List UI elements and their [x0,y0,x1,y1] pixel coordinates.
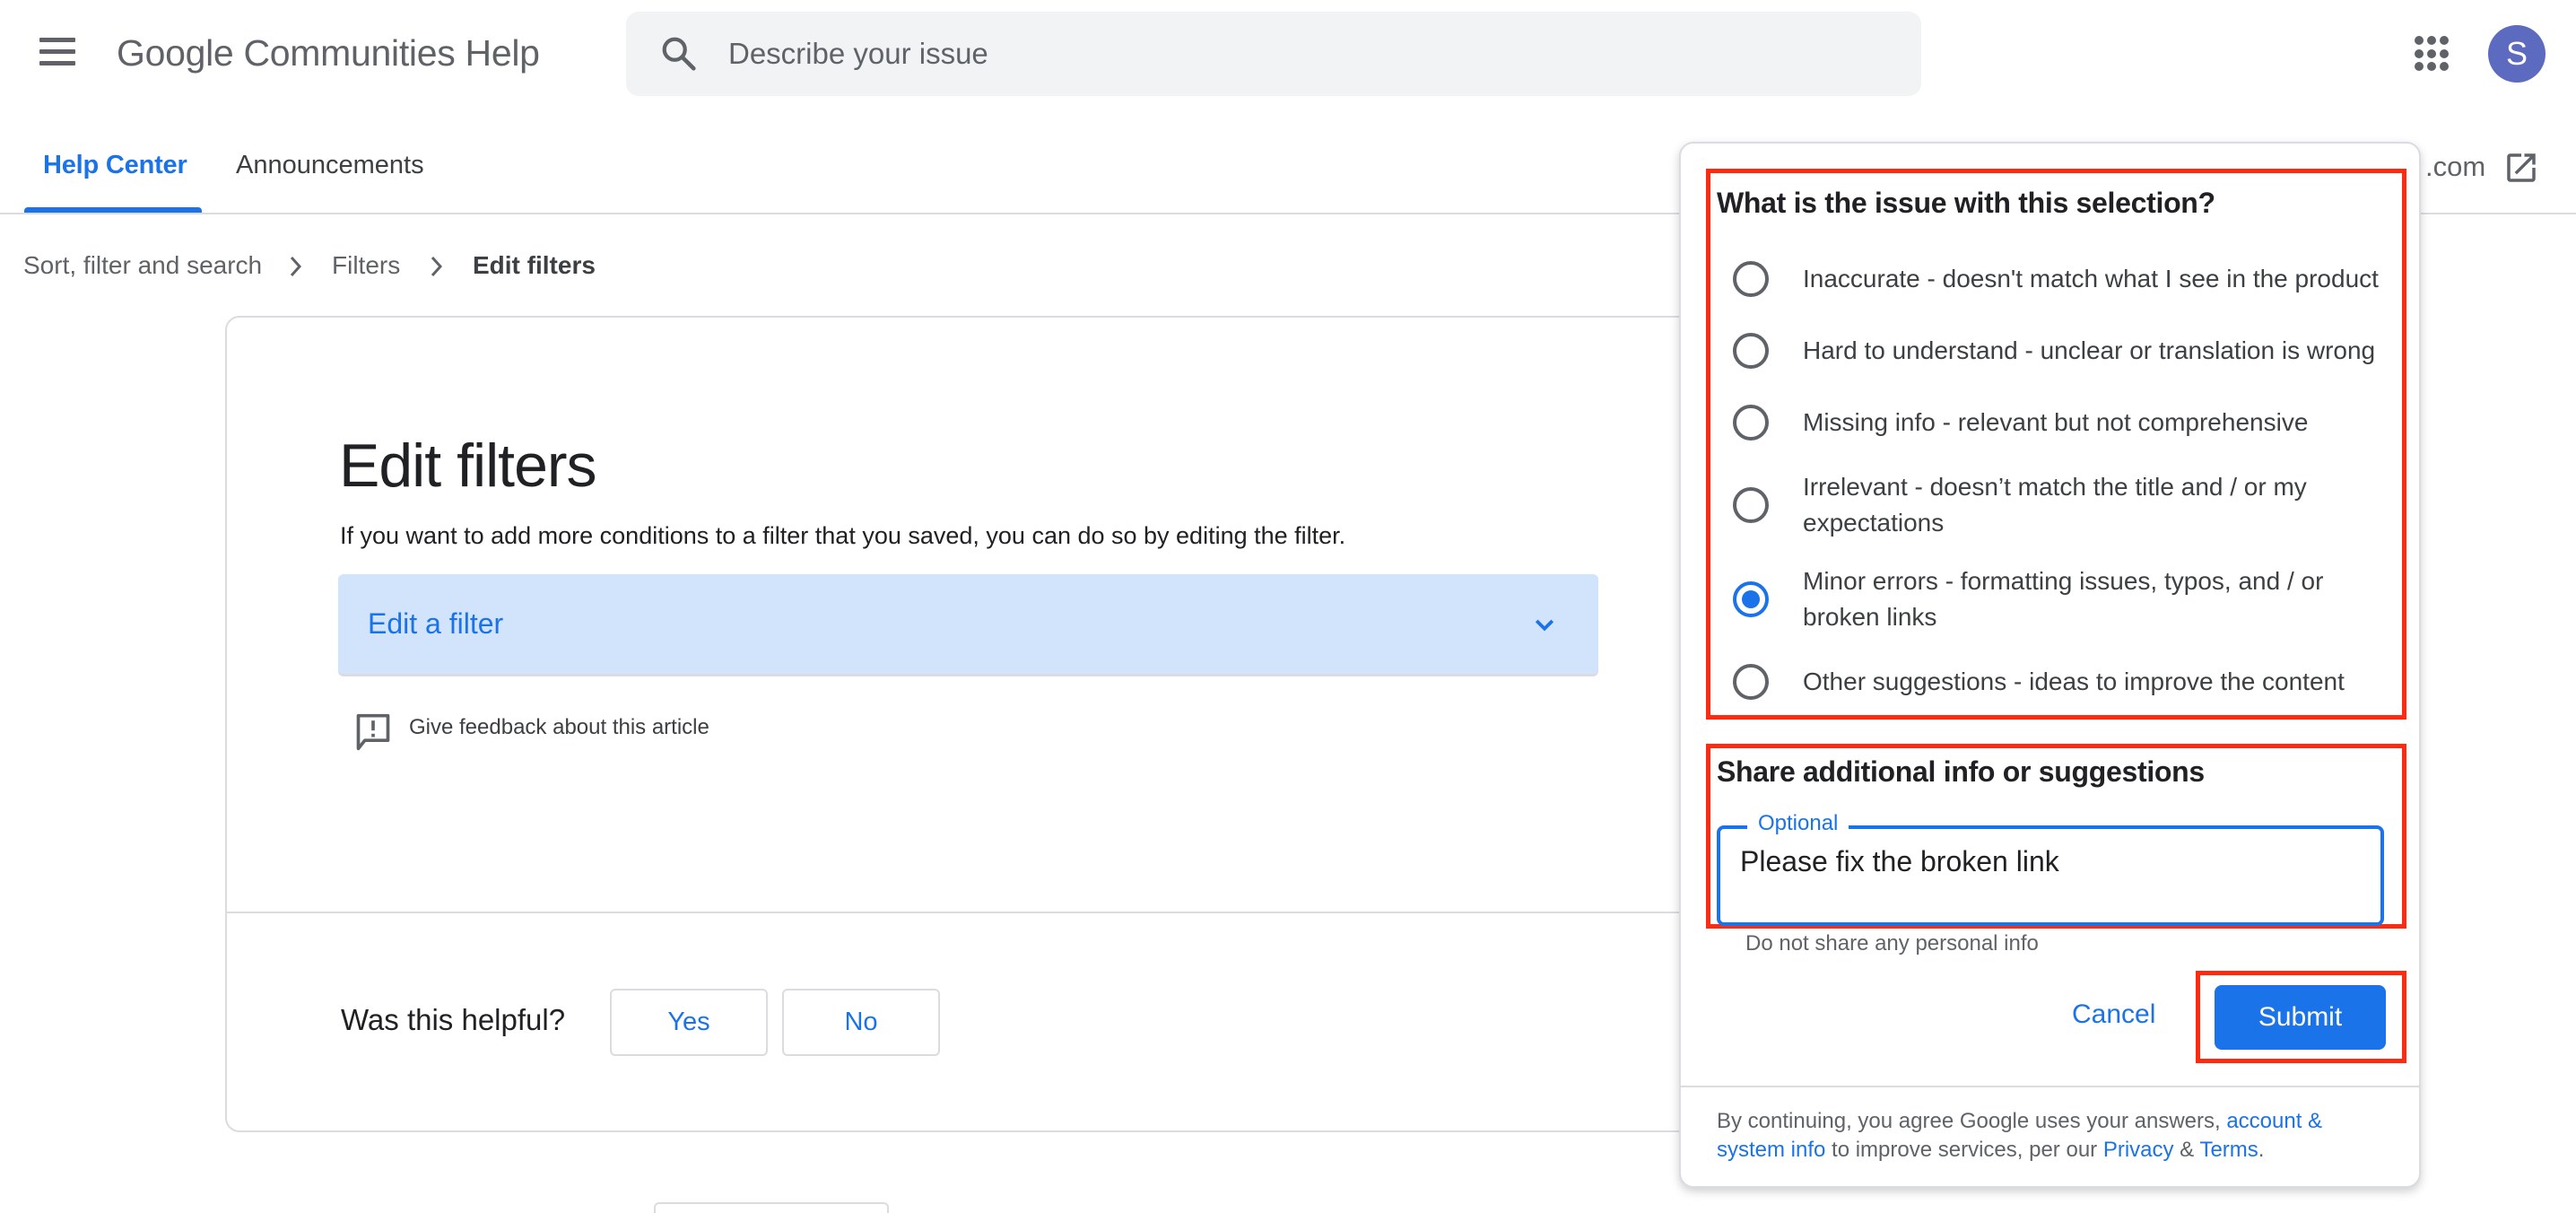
article-body: If you want to add more conditions to a … [340,522,1346,549]
chevron-right-icon [431,256,443,277]
breadcrumb-current: Edit filters [473,251,596,279]
search-bar[interactable] [626,12,1921,96]
radio-label: Hard to understand - unclear or translat… [1803,336,2376,364]
breadcrumb-item[interactable]: Filters [332,251,400,280]
radio-option-hard-to-understand[interactable]: Hard to understand - unclear or translat… [1733,333,2397,369]
legal-text: By continuing, you agree Google uses you… [1717,1109,2227,1133]
radio-option-other[interactable]: Other suggestions - ideas to improve the… [1733,664,2397,700]
legal-notice: By continuing, you agree Google uses you… [1717,1107,2345,1165]
helper-text: Do not share any personal info [1745,931,2039,956]
chevron-right-icon [290,256,302,277]
radio-button-selected[interactable] [1733,581,1769,617]
legal-text: to improve services, per our [1825,1138,2103,1162]
radio-option-missing-info[interactable]: Missing info - relevant but not comprehe… [1733,405,2397,441]
breadcrumb-item[interactable]: Sort, filter and search [23,251,262,280]
cancel-button[interactable]: Cancel [2072,999,2155,1030]
radio-button[interactable] [1733,405,1769,441]
textarea-floating-label: Optional [1747,811,1849,836]
radio-label: Minor errors - formatting issues, typos,… [1803,567,2324,631]
radio-label: Inaccurate - doesn't match what I see in… [1803,265,2379,292]
open-in-new-icon[interactable] [2502,149,2540,187]
issue-question: What is the issue with this selection? [1717,187,2215,219]
give-feedback-link[interactable]: Give feedback about this article [409,715,709,740]
privacy-link[interactable]: Privacy [2103,1138,2174,1162]
legal-text: & [2173,1138,2200,1162]
panel-divider [1681,1086,2419,1087]
hamburger-icon-line [39,49,75,54]
helpful-no-button[interactable]: No [782,989,940,1056]
suggestion-field[interactable] [1717,825,2384,926]
app-title[interactable]: Google Communities Help [117,32,540,74]
card-divider [225,912,1750,913]
suggestion-textarea[interactable] [1740,845,2359,899]
apps-grid-icon[interactable] [2415,36,2450,72]
menu-button[interactable] [39,38,77,68]
radio-option-irrelevant[interactable]: Irrelevant - doesn’t match the title and… [1733,469,2397,541]
radio-option-minor-errors[interactable]: Minor errors - formatting issues, typos,… [1733,563,2397,635]
radio-label: Missing info - relevant but not comprehe… [1803,408,2309,436]
radio-button[interactable] [1733,487,1769,523]
avatar[interactable]: S [2488,25,2546,83]
radio-label: Irrelevant - doesn’t match the title and… [1803,473,2307,537]
article-title: Edit filters [339,432,597,500]
feedback-icon[interactable] [353,711,393,754]
search-input[interactable] [728,12,1894,96]
chevron-down-icon [1535,619,1554,632]
radio-button[interactable] [1733,333,1769,369]
submit-button[interactable]: Submit [2215,985,2386,1050]
external-site-link[interactable]: .com [2425,151,2485,183]
helpful-yes-button[interactable]: Yes [610,989,768,1056]
terms-link[interactable]: Terms [2199,1138,2258,1162]
hamburger-icon-line [39,61,75,65]
radio-button[interactable] [1733,261,1769,297]
tab-help-center[interactable]: Help Center [43,151,187,180]
radio-option-inaccurate[interactable]: Inaccurate - doesn't match what I see in… [1733,261,2397,297]
accordion-label: Edit a filter [368,607,504,640]
accordion-edit-a-filter[interactable]: Edit a filter [338,574,1598,676]
partial-element [654,1202,889,1213]
radio-button[interactable] [1733,664,1769,700]
helpful-question: Was this helpful? [341,1003,566,1036]
share-info-title: Share additional info or suggestions [1717,755,2205,788]
hamburger-icon [39,38,75,42]
search-icon[interactable] [658,33,700,74]
annotation-box-issue [1706,169,2406,720]
tab-announcements[interactable]: Announcements [236,151,424,180]
legal-text: . [2258,1138,2265,1162]
radio-label: Other suggestions - ideas to improve the… [1803,668,2345,695]
